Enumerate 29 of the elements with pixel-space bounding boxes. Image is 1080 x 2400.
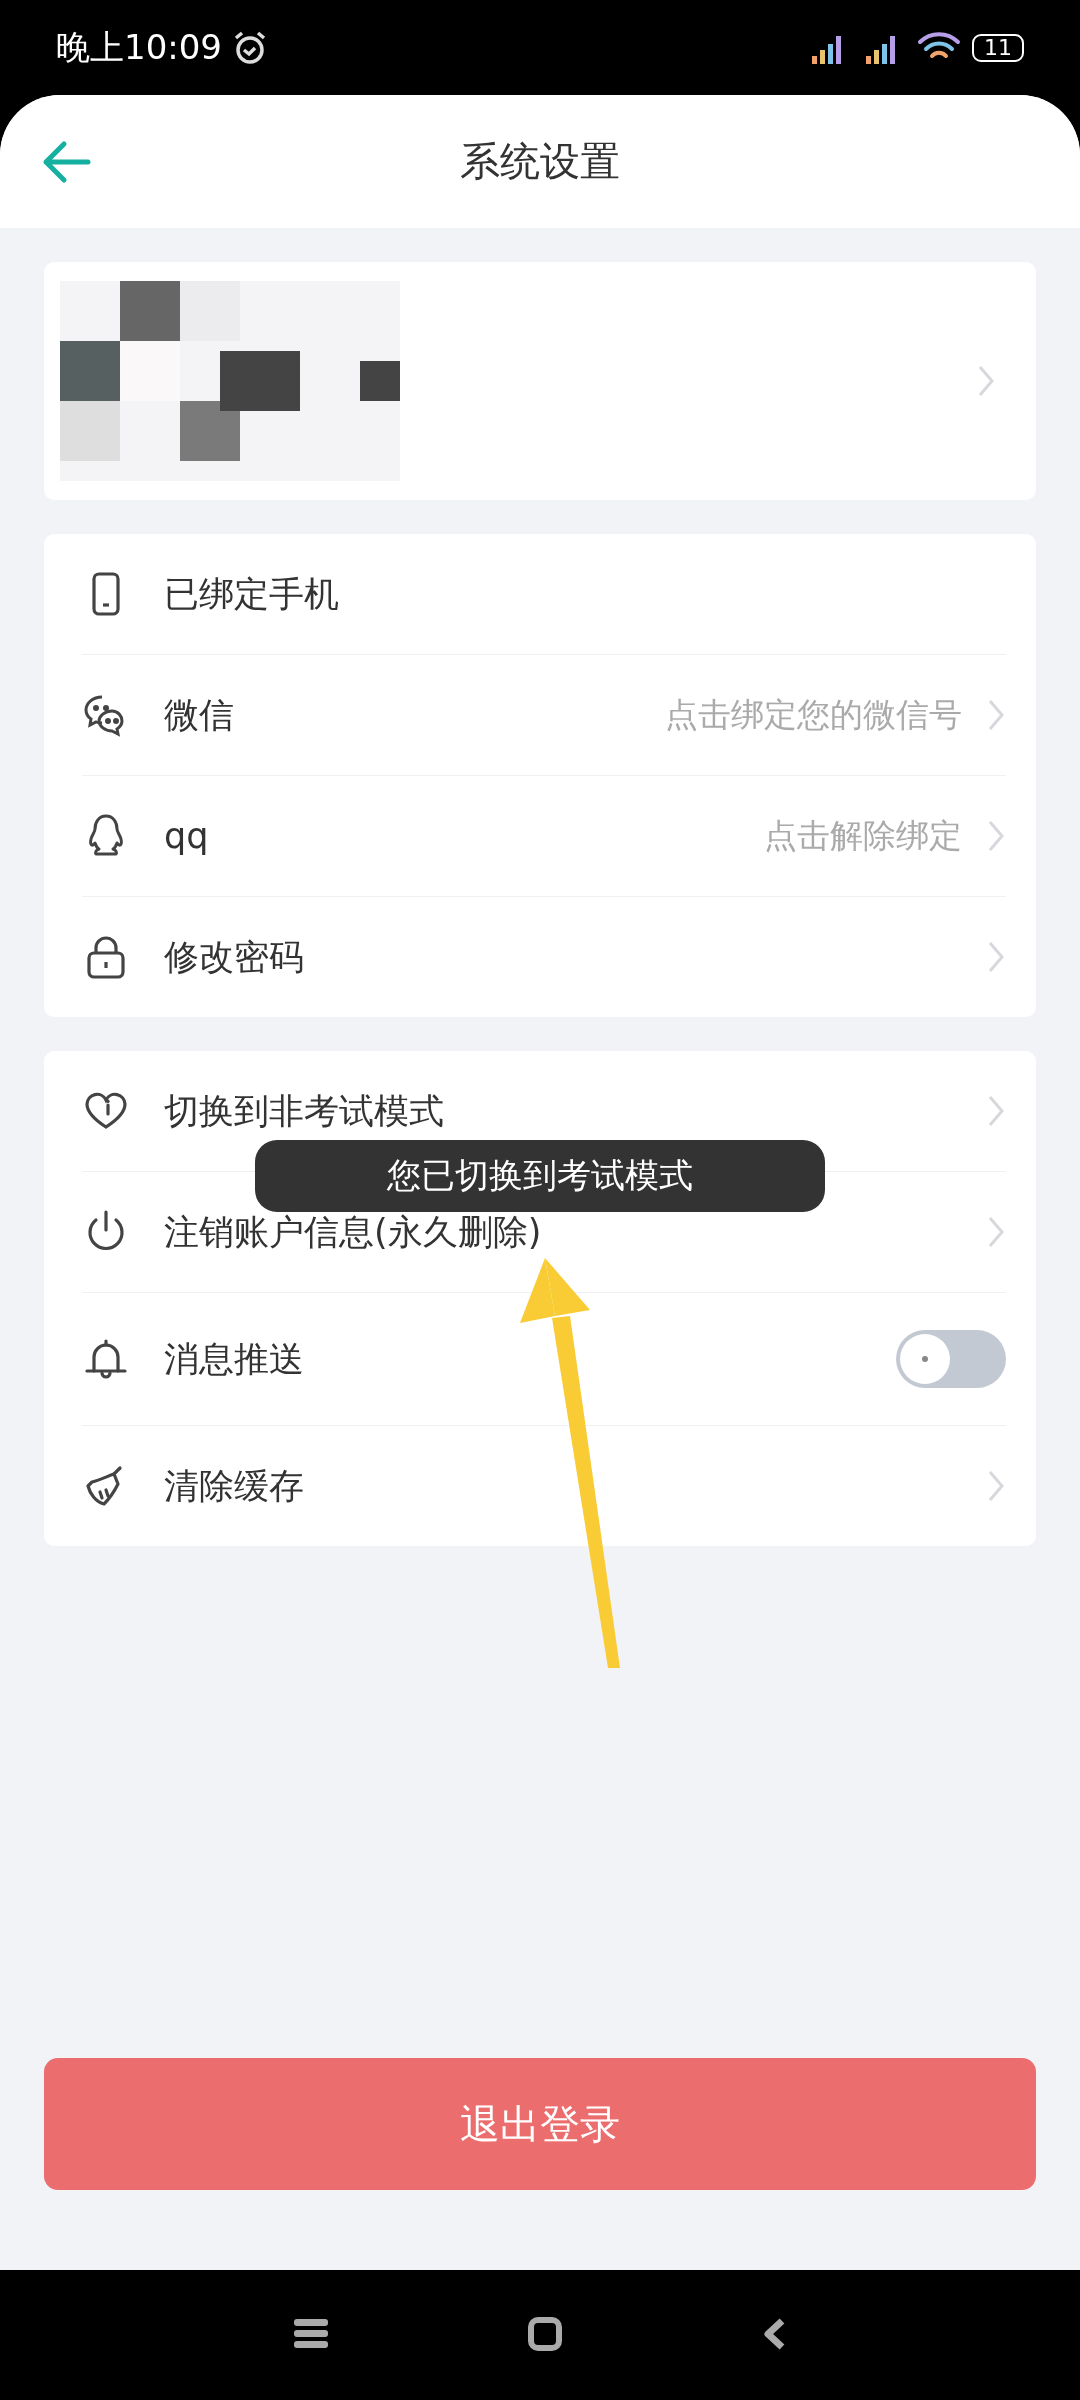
page-title: 系统设置 (460, 137, 620, 186)
row-label: 消息推送 (164, 1337, 305, 1381)
settings-row[interactable]: 修改密码 (82, 897, 1006, 1017)
status-time: 晚上10:09 (56, 25, 222, 69)
alarm-clock-icon (232, 29, 268, 66)
chevron-right-icon (986, 1468, 1006, 1504)
home-icon[interactable] (528, 2316, 562, 2354)
chevron-right-icon (986, 939, 1006, 975)
battery-indicator: 11 (972, 33, 1024, 62)
row-label: qq (164, 816, 210, 856)
chevron-right-icon (976, 363, 996, 399)
settings-row[interactable]: 微信 点击绑定您的微信号 (82, 655, 1006, 776)
chevron-right-icon (986, 697, 1006, 733)
status-toast: 您已切换到考试模式 (255, 1140, 825, 1212)
row-label: 修改密码 (164, 935, 305, 979)
row-label: 已绑定手机 (164, 572, 340, 616)
row-hint: 点击解除绑定 (764, 814, 962, 857)
toggle-switch[interactable] (896, 1330, 1006, 1388)
chevron-right-icon (986, 1093, 1006, 1129)
row-label: 切换到非考试模式 (164, 1089, 445, 1133)
row-label: 注销账户信息(永久删除) (164, 1210, 543, 1254)
chevron-right-icon (986, 1214, 1006, 1250)
chevron-right-icon (986, 818, 1006, 854)
settings-row[interactable]: qq 点击解除绑定 (82, 776, 1006, 897)
row-hint: 点击绑定您的微信号 (665, 693, 962, 736)
settings-row[interactable]: 清除缓存 (82, 1426, 1006, 1546)
settings-row[interactable]: 已绑定手机 (82, 534, 1006, 655)
row-label: 微信 (164, 693, 235, 737)
row-label: 清除缓存 (164, 1464, 305, 1508)
